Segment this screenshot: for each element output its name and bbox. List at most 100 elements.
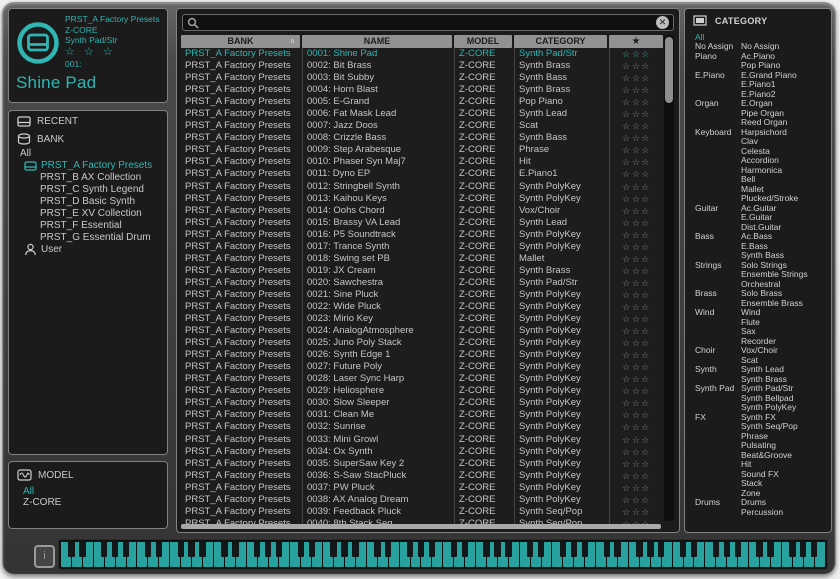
cell-stars[interactable]: ☆☆☆ xyxy=(609,289,663,301)
category-group-label[interactable]: Bass xyxy=(695,232,741,261)
cell-stars[interactable]: ☆☆☆ xyxy=(609,168,663,180)
horizontal-scrollbar[interactable] xyxy=(181,524,661,529)
piano-key-black[interactable] xyxy=(713,542,719,557)
table-row[interactable]: PRST_A Factory Presets0038: AX Analog Dr… xyxy=(181,494,663,506)
piano-key-black[interactable] xyxy=(145,542,151,557)
column-header-name[interactable]: NAME xyxy=(302,35,452,48)
piano-key-black[interactable] xyxy=(483,542,489,557)
sidebar-bank-item[interactable]: PRST_A Factory Presets xyxy=(24,160,165,172)
piano-key-black[interactable] xyxy=(429,542,435,557)
piano-key-black[interactable] xyxy=(800,542,806,557)
table-row[interactable]: PRST_A Factory Presets0018: Swing set PB… xyxy=(181,253,663,265)
piano-key-black[interactable] xyxy=(462,542,468,557)
cell-stars[interactable]: ☆☆☆ xyxy=(609,205,663,217)
cell-stars[interactable]: ☆☆☆ xyxy=(609,84,663,96)
table-row[interactable]: PRST_A Factory Presets0008: Crizzle Bass… xyxy=(181,132,663,144)
table-row[interactable]: PRST_A Factory Presets0007: Jazz DoosZ-C… xyxy=(181,120,663,132)
table-row[interactable]: PRST_A Factory Presets0030: Slow Sleeper… xyxy=(181,397,663,409)
piano-key-black[interactable] xyxy=(199,542,205,557)
piano-key-black[interactable] xyxy=(811,542,817,557)
piano-key-white[interactable] xyxy=(552,542,562,567)
category-sub-item[interactable]: Percussion xyxy=(741,508,829,518)
table-row[interactable]: PRST_A Factory Presets0013: Kaihou KeysZ… xyxy=(181,193,663,205)
piano-key-black[interactable] xyxy=(756,542,762,557)
cell-stars[interactable]: ☆☆☆ xyxy=(609,470,663,482)
piano-key-black[interactable] xyxy=(156,542,162,557)
piano-key-white[interactable] xyxy=(137,542,147,567)
cell-stars[interactable]: ☆☆☆ xyxy=(609,397,663,409)
category-group-label[interactable]: Brass xyxy=(695,289,741,308)
table-row[interactable]: PRST_A Factory Presets0031: Clean MeZ-CO… xyxy=(181,409,663,421)
piano-key-white[interactable] xyxy=(367,542,377,567)
sidebar-item-user[interactable]: User xyxy=(24,243,62,256)
piano-key-white[interactable] xyxy=(170,542,180,567)
table-row[interactable]: PRST_A Factory Presets0033: Mini GrowlZ-… xyxy=(181,434,663,446)
piano-key-black[interactable] xyxy=(614,542,620,557)
piano-key-white[interactable] xyxy=(673,542,683,567)
cell-stars[interactable]: ☆☆☆ xyxy=(609,144,663,156)
table-row[interactable]: PRST_A Factory Presets0024: AnalogAtmosp… xyxy=(181,325,663,337)
piano-key-black[interactable] xyxy=(188,542,194,557)
cell-stars[interactable]: ☆☆☆ xyxy=(609,241,663,253)
column-header-favorite[interactable]: ★ xyxy=(609,35,663,48)
sidebar-bank-item[interactable]: PRST_F Essential xyxy=(24,220,165,232)
piano-key-black[interactable] xyxy=(68,542,74,557)
table-row[interactable]: PRST_A Factory Presets0022: Wide PluckZ-… xyxy=(181,301,663,313)
category-group-label[interactable]: Synth xyxy=(695,365,741,384)
cell-stars[interactable]: ☆☆☆ xyxy=(609,108,663,120)
table-row[interactable]: PRST_A Factory Presets0005: E-GrandZ-COR… xyxy=(181,96,663,108)
info-button[interactable]: i xyxy=(34,545,55,568)
piano-key-black[interactable] xyxy=(254,542,260,557)
cell-stars[interactable]: ☆☆☆ xyxy=(609,506,663,518)
piano-key-black[interactable] xyxy=(330,542,336,557)
piano-key-black[interactable] xyxy=(571,542,577,557)
category-group-label[interactable]: Organ xyxy=(695,99,741,128)
cell-stars[interactable]: ☆☆☆ xyxy=(609,193,663,205)
cell-stars[interactable]: ☆☆☆ xyxy=(609,60,663,72)
sidebar-bank-item[interactable]: PRST_B AX Collection xyxy=(24,172,165,184)
category-group-label[interactable]: Strings xyxy=(695,261,741,290)
table-row[interactable]: PRST_A Factory Presets0029: HeliosphereZ… xyxy=(181,385,663,397)
piano-key-white[interactable] xyxy=(476,542,486,567)
model-item[interactable]: All xyxy=(23,486,61,497)
table-row[interactable]: PRST_A Factory Presets0019: JX CreamZ-CO… xyxy=(181,265,663,277)
piano-key-black[interactable] xyxy=(582,542,588,557)
piano-key-white[interactable] xyxy=(214,542,224,567)
piano-key-black[interactable] xyxy=(79,542,85,557)
cell-stars[interactable]: ☆☆☆ xyxy=(609,337,663,349)
piano-key-black[interactable] xyxy=(538,542,544,557)
sidebar-item-recent[interactable]: RECENT xyxy=(17,116,78,127)
piano-key-black[interactable] xyxy=(407,542,413,557)
table-row[interactable]: PRST_A Factory Presets0039: Feedback Plu… xyxy=(181,506,663,518)
cell-stars[interactable]: ☆☆☆ xyxy=(609,120,663,132)
piano-key-black[interactable] xyxy=(691,542,697,557)
piano-key-white[interactable] xyxy=(520,542,530,567)
category-group-label[interactable]: Piano xyxy=(695,52,741,71)
cell-stars[interactable]: ☆☆☆ xyxy=(609,446,663,458)
cell-stars[interactable]: ☆☆☆ xyxy=(609,373,663,385)
piano-key-black[interactable] xyxy=(298,542,304,557)
clear-search-icon[interactable]: ✕ xyxy=(656,16,669,29)
sidebar-item-bank[interactable]: BANK xyxy=(17,133,64,145)
cell-stars[interactable]: ☆☆☆ xyxy=(609,482,663,494)
category-group-label[interactable]: Choir xyxy=(695,346,741,365)
category-group-label[interactable]: Guitar xyxy=(695,204,741,233)
cell-stars[interactable]: ☆☆☆ xyxy=(609,253,663,265)
piano-key-black[interactable] xyxy=(560,542,566,557)
table-row[interactable]: PRST_A Factory Presets0011: Dyno EPZ-COR… xyxy=(181,168,663,180)
table-row[interactable]: PRST_A Factory Presets0017: Trance Synth… xyxy=(181,241,663,253)
sidebar-bank-item[interactable]: PRST_D Basic Synth xyxy=(24,196,165,208)
piano-key-black[interactable] xyxy=(265,542,271,557)
piano-key-black[interactable] xyxy=(505,542,511,557)
cell-stars[interactable]: ☆☆☆ xyxy=(609,229,663,241)
cell-stars[interactable]: ☆☆☆ xyxy=(609,96,663,108)
cell-stars[interactable]: ☆☆☆ xyxy=(609,265,663,277)
piano-key-black[interactable] xyxy=(789,542,795,557)
cell-stars[interactable]: ☆☆☆ xyxy=(609,181,663,193)
cell-stars[interactable]: ☆☆☆ xyxy=(609,421,663,433)
piano-key-white[interactable] xyxy=(94,542,104,567)
piano-key-black[interactable] xyxy=(374,542,380,557)
search-input[interactable] xyxy=(203,16,652,29)
cell-stars[interactable]: ☆☆☆ xyxy=(609,132,663,144)
piano-key-black[interactable] xyxy=(112,542,118,557)
